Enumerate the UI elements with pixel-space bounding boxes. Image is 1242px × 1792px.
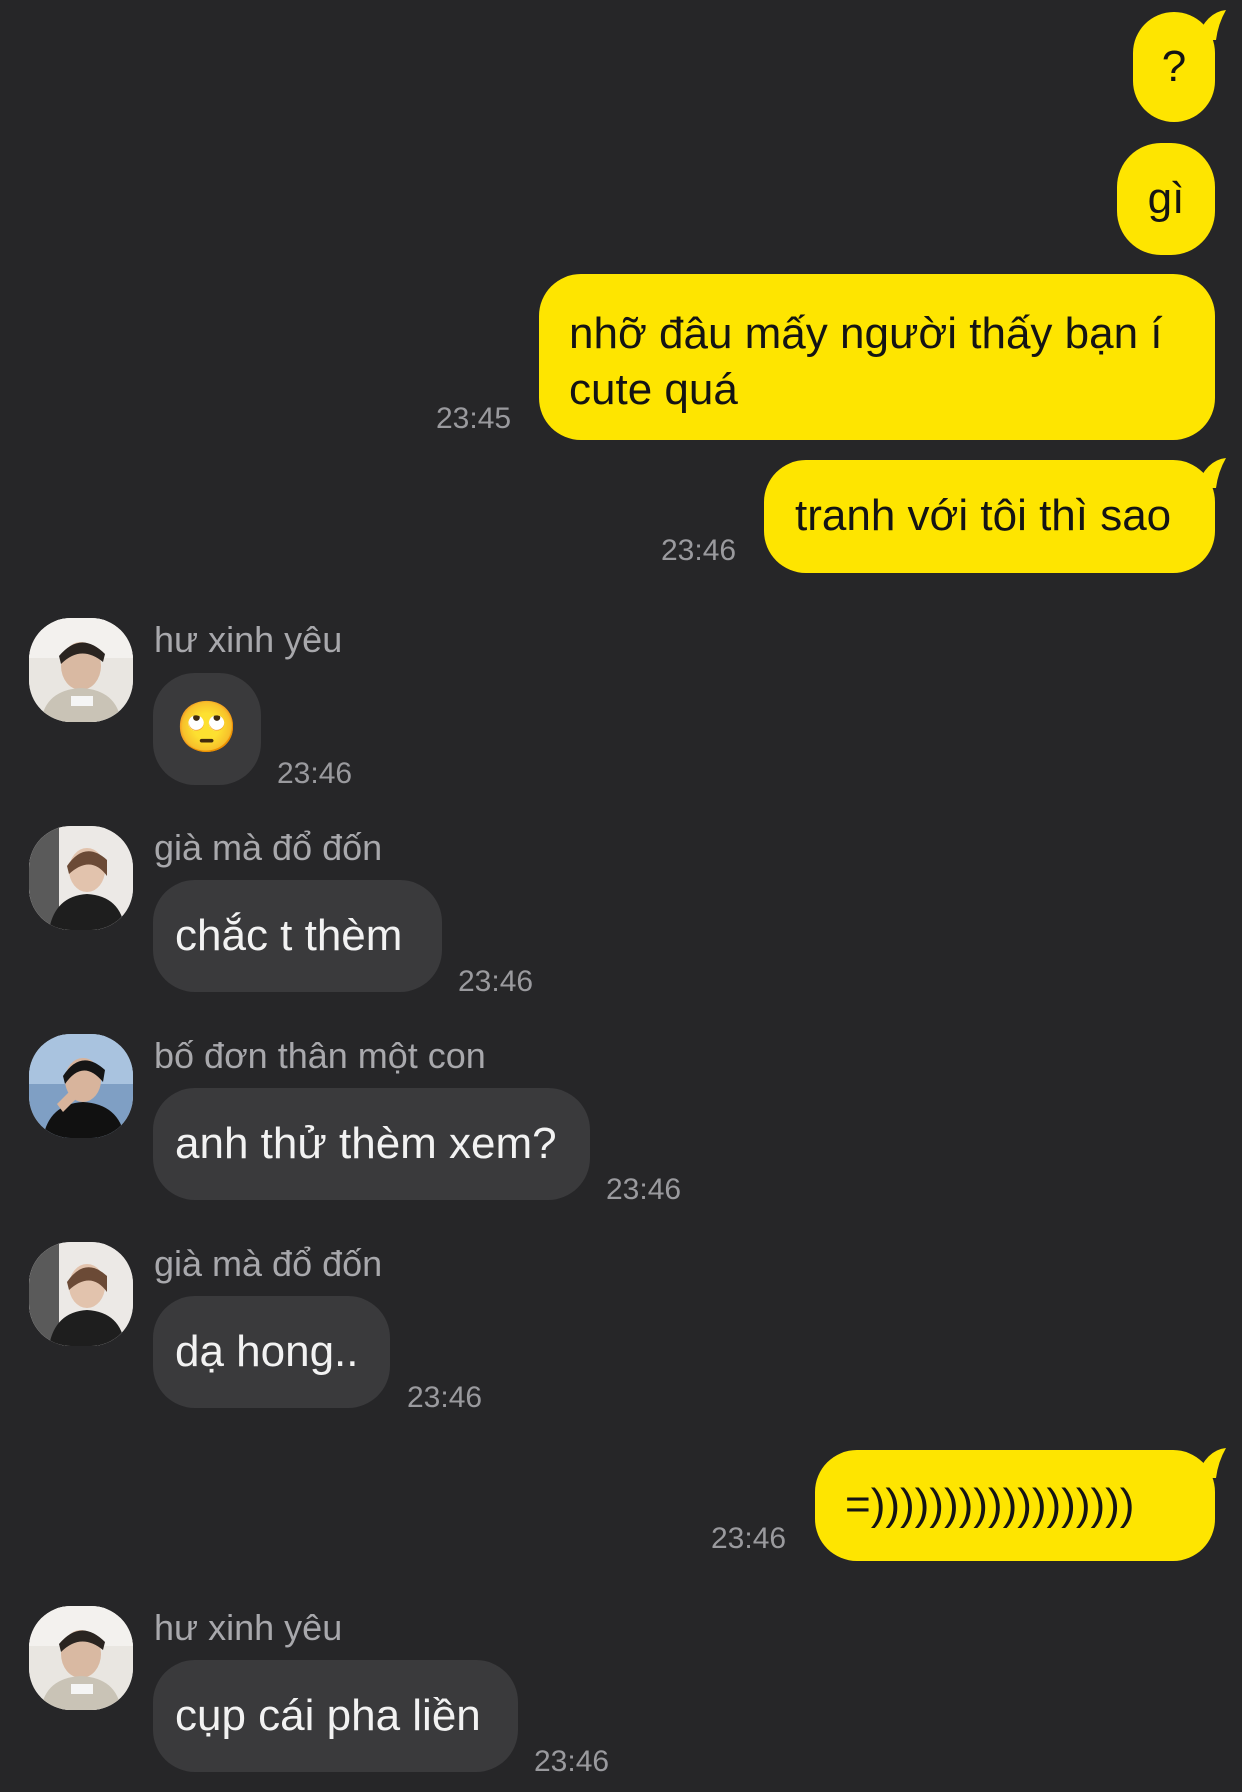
outgoing-message-bubble[interactable]: =)))))))))))))))))) bbox=[815, 1450, 1215, 1561]
message-text: dạ hong.. bbox=[175, 1327, 359, 1376]
outgoing-message-bubble[interactable]: nhỡ đâu mấy người thấy bạn í cute quá bbox=[539, 274, 1215, 440]
message-text: chắc t thèm bbox=[175, 911, 403, 960]
sender-name: bố đơn thân một con bbox=[154, 1035, 486, 1076]
bubble-tail bbox=[1196, 10, 1226, 40]
message-text: cụp cái pha liền bbox=[175, 1691, 481, 1740]
bubble-tail bbox=[1196, 1448, 1226, 1478]
incoming-message-bubble[interactable]: chắc t thèm bbox=[153, 880, 442, 992]
avatar[interactable] bbox=[29, 1606, 133, 1710]
bubble-tail bbox=[1196, 458, 1226, 488]
message-text-line: cute quá bbox=[569, 365, 738, 414]
sender-name: hư xinh yêu bbox=[154, 619, 343, 660]
message-text-line: nhỡ đâu mấy người thấy bạn í bbox=[569, 309, 1163, 358]
avatar[interactable] bbox=[29, 618, 133, 722]
outgoing-message-bubble[interactable]: tranh với tôi thì sao bbox=[764, 460, 1215, 573]
incoming-message-bubble[interactable]: cụp cái pha liền bbox=[153, 1660, 518, 1772]
message-timestamp: 23:46 bbox=[458, 965, 534, 998]
message-text: ? bbox=[1161, 42, 1187, 91]
message-timestamp: 23:46 bbox=[711, 1522, 787, 1555]
sender-name: hư xinh yêu bbox=[154, 1607, 343, 1648]
message-text: gì bbox=[1147, 174, 1185, 223]
sender-name: già mà đổ đốn bbox=[154, 827, 383, 868]
avatar[interactable] bbox=[29, 826, 133, 930]
incoming-message-bubble[interactable]: anh thử thèm xem? bbox=[153, 1088, 590, 1200]
incoming-message-bubble[interactable]: 🙄 bbox=[153, 673, 261, 785]
message-timestamp: 23:46 bbox=[661, 534, 737, 567]
message-text: anh thử thèm xem? bbox=[175, 1119, 557, 1168]
avatar[interactable] bbox=[29, 1242, 133, 1346]
eye-roll-emoji: 🙄 bbox=[175, 699, 239, 755]
sender-name: già mà đổ đốn bbox=[154, 1243, 383, 1284]
message-text: =)))))))))))))))))) bbox=[845, 1480, 1135, 1529]
message-timestamp: 23:46 bbox=[534, 1745, 610, 1778]
message-timestamp: 23:46 bbox=[277, 757, 353, 790]
message-timestamp: 23:45 bbox=[436, 402, 512, 435]
message-text: tranh với tôi thì sao bbox=[795, 491, 1172, 540]
message-timestamp: 23:46 bbox=[606, 1173, 682, 1206]
incoming-message-bubble[interactable]: dạ hong.. bbox=[153, 1296, 390, 1408]
avatar[interactable] bbox=[29, 1034, 133, 1138]
outgoing-message-bubble[interactable]: gì bbox=[1117, 143, 1215, 255]
message-timestamp: 23:46 bbox=[407, 1381, 483, 1414]
